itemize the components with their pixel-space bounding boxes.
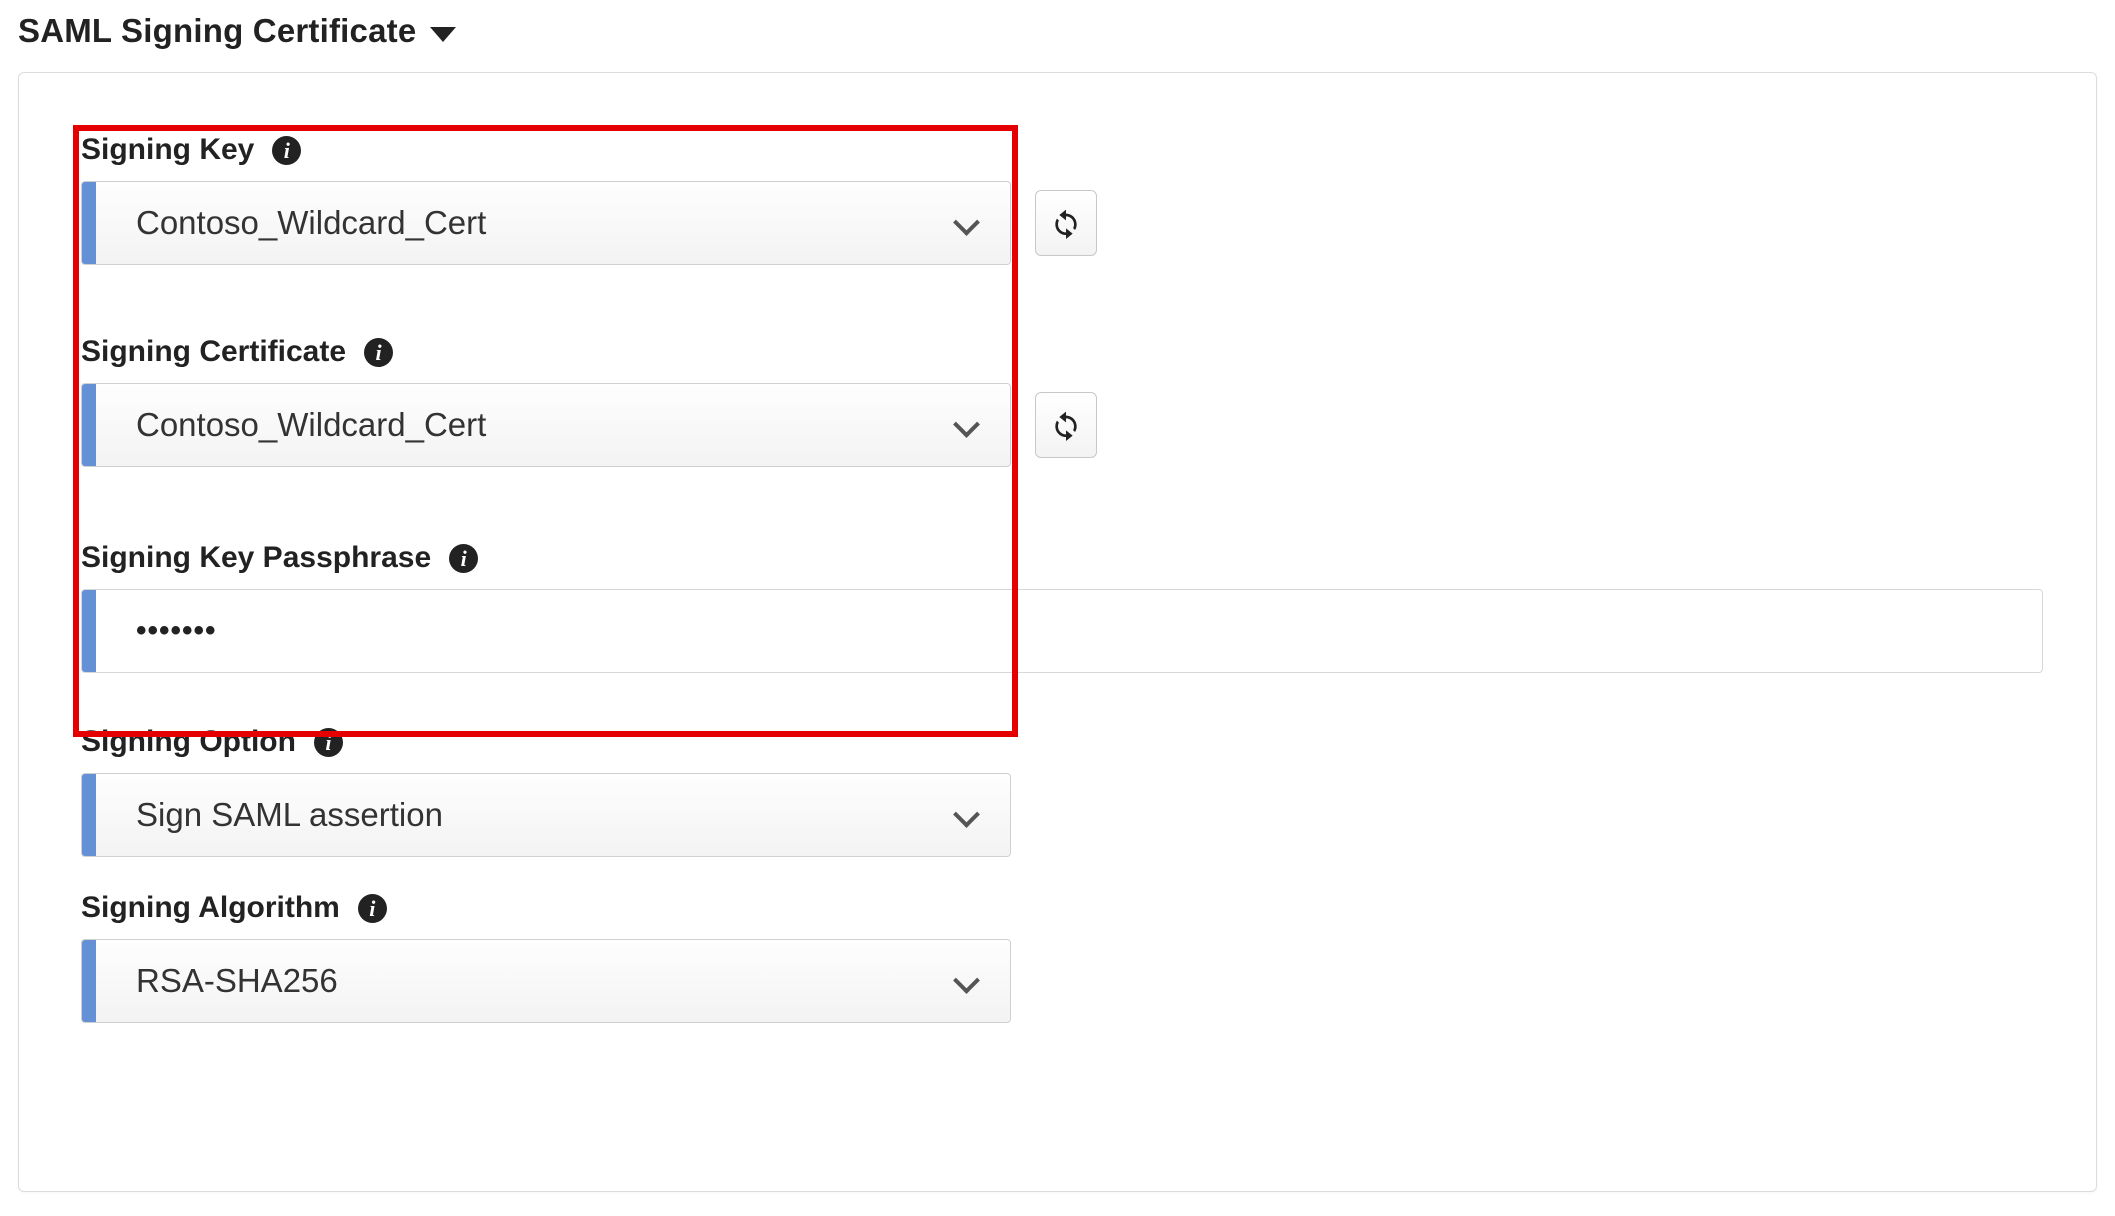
signing-certificate-label: Signing Certificate i — [81, 335, 2034, 369]
label-text: Signing Key Passphrase — [81, 541, 431, 575]
required-indicator — [82, 940, 96, 1022]
signing-algorithm-label: Signing Algorithm i — [81, 891, 2034, 925]
signing-option-label: Signing Option i — [81, 725, 2034, 759]
info-icon[interactable]: i — [358, 894, 387, 923]
required-indicator — [82, 182, 96, 264]
required-indicator — [82, 590, 96, 672]
caret-down-icon — [430, 27, 456, 42]
refresh-icon — [1050, 207, 1082, 239]
saml-signing-certificate-panel: Signing Key i Contoso_Wildcard_Cert Sign… — [18, 72, 2097, 1192]
refresh-icon — [1050, 409, 1082, 441]
signing-option-group: Signing Option i Sign SAML assertion — [81, 725, 2034, 857]
label-text: Signing Option — [81, 725, 296, 759]
section-header-saml-signing-certificate[interactable]: SAML Signing Certificate — [18, 12, 456, 50]
info-icon[interactable]: i — [272, 136, 301, 165]
info-icon[interactable]: i — [449, 544, 478, 573]
signing-key-label: Signing Key i — [81, 133, 2034, 167]
select-value: Sign SAML assertion — [136, 796, 443, 834]
signing-certificate-group: Signing Certificate i Contoso_Wildcard_C… — [81, 335, 2034, 467]
label-text: Signing Algorithm — [81, 891, 340, 925]
select-value: Contoso_Wildcard_Cert — [136, 204, 486, 242]
signing-algorithm-select[interactable]: RSA-SHA256 — [81, 939, 1011, 1023]
signing-key-passphrase-field[interactable]: ••••••• — [81, 589, 2043, 673]
signing-algorithm-group: Signing Algorithm i RSA-SHA256 — [81, 891, 2034, 1023]
signing-certificate-select[interactable]: Contoso_Wildcard_Cert — [81, 383, 1011, 467]
masked-value: ••••••• — [136, 614, 217, 648]
required-indicator — [82, 384, 96, 466]
signing-key-refresh-button[interactable] — [1035, 190, 1097, 256]
select-value: RSA-SHA256 — [136, 962, 338, 1000]
signing-key-select[interactable]: Contoso_Wildcard_Cert — [81, 181, 1011, 265]
select-value: Contoso_Wildcard_Cert — [136, 406, 486, 444]
info-icon[interactable]: i — [364, 338, 393, 367]
chevron-down-icon — [954, 413, 978, 437]
chevron-down-icon — [954, 211, 978, 235]
signing-option-select[interactable]: Sign SAML assertion — [81, 773, 1011, 857]
signing-key-passphrase-label: Signing Key Passphrase i — [81, 541, 2034, 575]
info-icon[interactable]: i — [314, 728, 343, 757]
label-text: Signing Key — [81, 133, 254, 167]
signing-certificate-refresh-button[interactable] — [1035, 392, 1097, 458]
section-title: SAML Signing Certificate — [18, 12, 416, 50]
chevron-down-icon — [954, 969, 978, 993]
chevron-down-icon — [954, 803, 978, 827]
signing-key-passphrase-group: Signing Key Passphrase i ••••••• — [81, 541, 2034, 673]
required-indicator — [82, 774, 96, 856]
label-text: Signing Certificate — [81, 335, 346, 369]
signing-key-group: Signing Key i Contoso_Wildcard_Cert — [81, 127, 2034, 265]
